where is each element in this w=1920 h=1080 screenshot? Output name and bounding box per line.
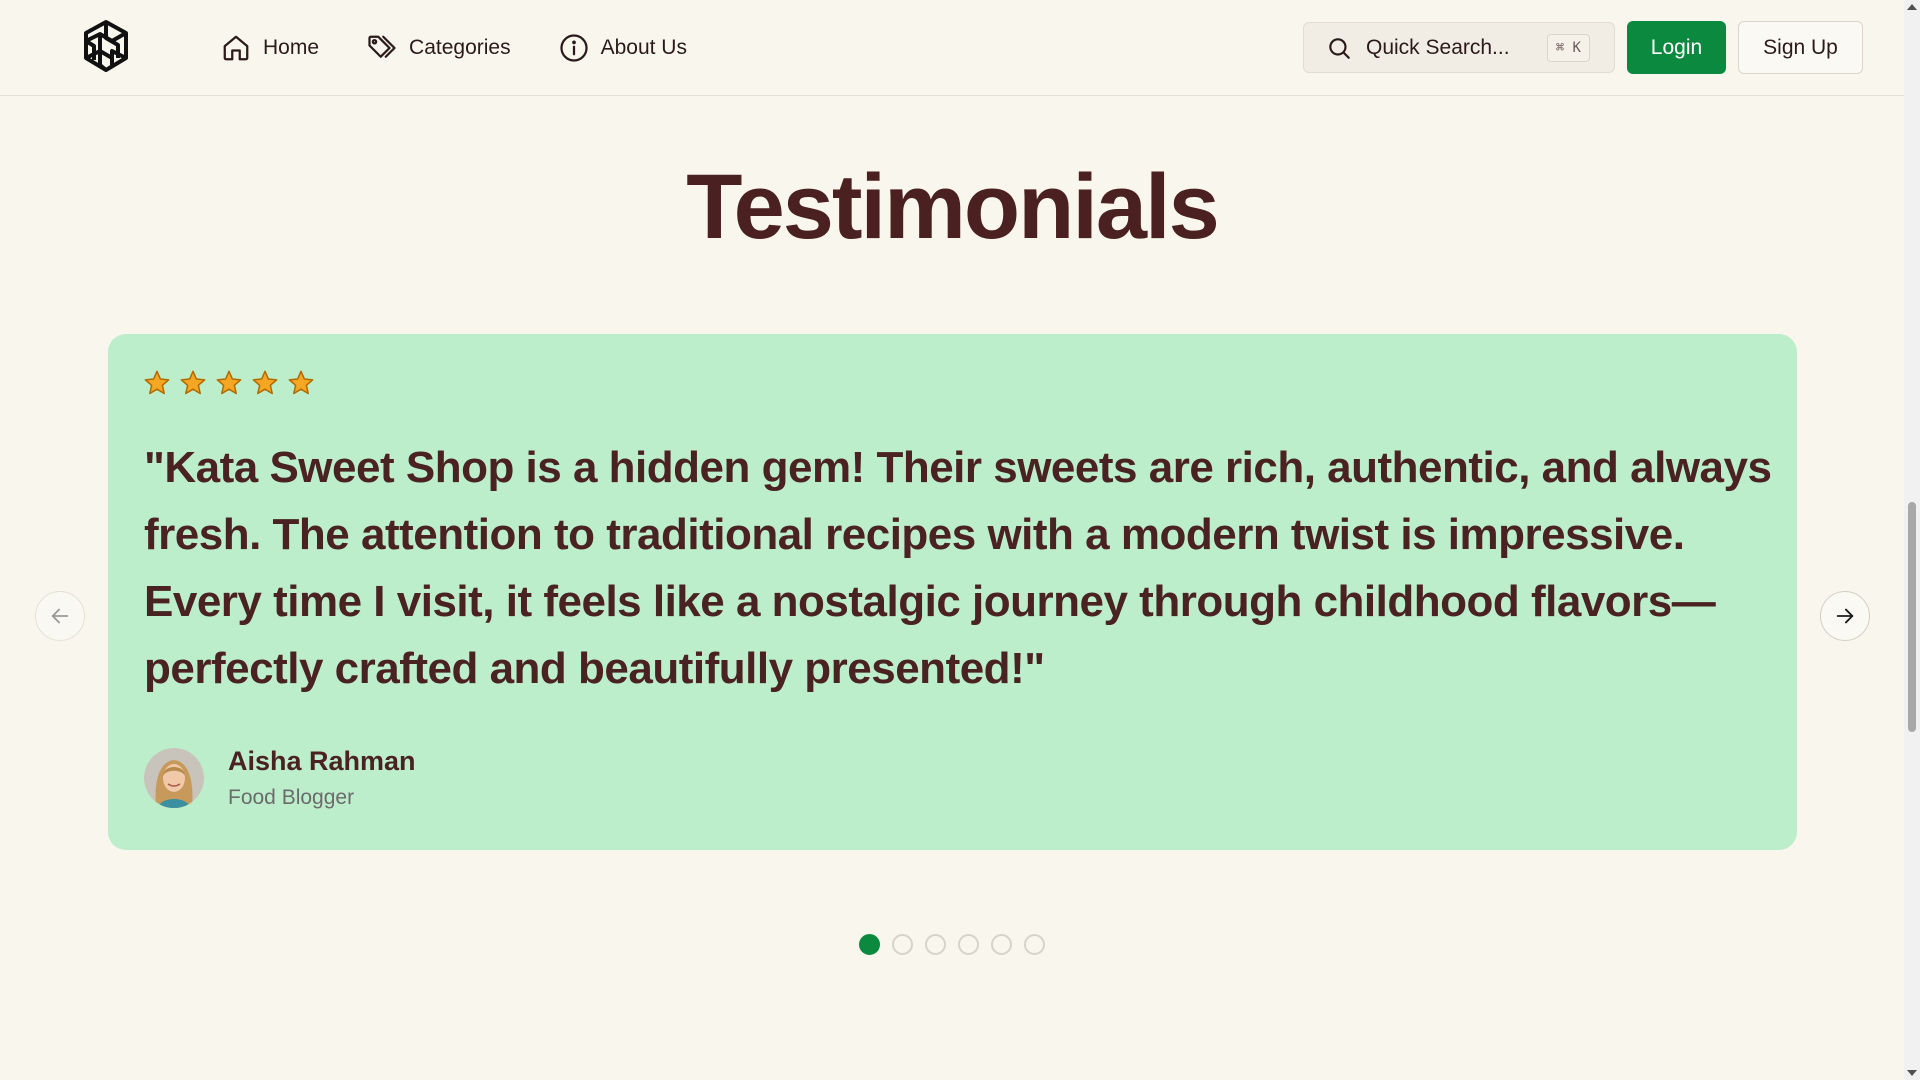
avatar bbox=[144, 748, 204, 808]
carousel-dot[interactable] bbox=[991, 934, 1012, 955]
author-name: Aisha Rahman bbox=[228, 746, 416, 776]
home-icon bbox=[223, 35, 249, 60]
arrow-right-icon bbox=[1836, 608, 1854, 624]
testimonial-card: "Kata Sweet Shop is a hidden gem! Their … bbox=[108, 334, 1797, 850]
scrollbar-thumb[interactable] bbox=[1908, 502, 1916, 732]
nav-item-home[interactable]: Home bbox=[221, 33, 319, 63]
search-icon bbox=[1329, 37, 1350, 59]
nav-label-about: About Us bbox=[600, 35, 687, 59]
search-label: Quick Search... bbox=[1366, 35, 1510, 59]
star-icon bbox=[216, 370, 242, 395]
carousel-next-button[interactable] bbox=[1820, 591, 1870, 641]
main-nav: Home Categories About Us bbox=[221, 0, 735, 95]
nav-label-home: Home bbox=[263, 35, 320, 59]
scroll-up-icon[interactable] bbox=[1907, 4, 1917, 10]
site-header: Home Categories About Us Quick Search...… bbox=[0, 0, 1904, 96]
nav-item-about[interactable]: About Us bbox=[559, 33, 687, 63]
nav-label-categories: Categories bbox=[409, 35, 511, 59]
tags-icon bbox=[368, 35, 396, 58]
carousel-dot[interactable] bbox=[925, 934, 946, 955]
login-button[interactable]: Login bbox=[1627, 21, 1726, 74]
carousel-prev-button[interactable] bbox=[35, 591, 85, 641]
carousel-dot[interactable] bbox=[859, 934, 880, 955]
carousel-dot[interactable] bbox=[892, 934, 913, 955]
star-rating bbox=[143, 369, 315, 397]
scrollbar[interactable] bbox=[1904, 0, 1920, 1080]
arrow-left-icon bbox=[51, 608, 69, 624]
nav-item-categories[interactable]: Categories bbox=[367, 33, 511, 63]
section-title: Testimonials bbox=[686, 156, 1220, 258]
star-icon bbox=[288, 370, 314, 395]
logo-icon[interactable] bbox=[78, 18, 134, 76]
carousel-dot[interactable] bbox=[958, 934, 979, 955]
search-shortcut: ⌘ K bbox=[1546, 34, 1590, 62]
page: Home Categories About Us Quick Search...… bbox=[0, 0, 1920, 1080]
testimonial-quote: "Kata Sweet Shop is a hidden gem! Their … bbox=[144, 443, 1772, 693]
star-icon bbox=[252, 370, 278, 395]
star-icon bbox=[144, 370, 170, 395]
scroll-down-icon[interactable] bbox=[1907, 1070, 1917, 1076]
carousel-dot[interactable] bbox=[1024, 934, 1045, 955]
star-icon bbox=[180, 370, 206, 395]
author-role: Food Blogger bbox=[228, 786, 355, 809]
carousel-pagination bbox=[859, 934, 1045, 955]
info-icon bbox=[559, 33, 588, 62]
signup-button[interactable]: Sign Up bbox=[1738, 21, 1863, 74]
quick-search-button[interactable]: Quick Search... ⌘ K bbox=[1303, 22, 1615, 73]
